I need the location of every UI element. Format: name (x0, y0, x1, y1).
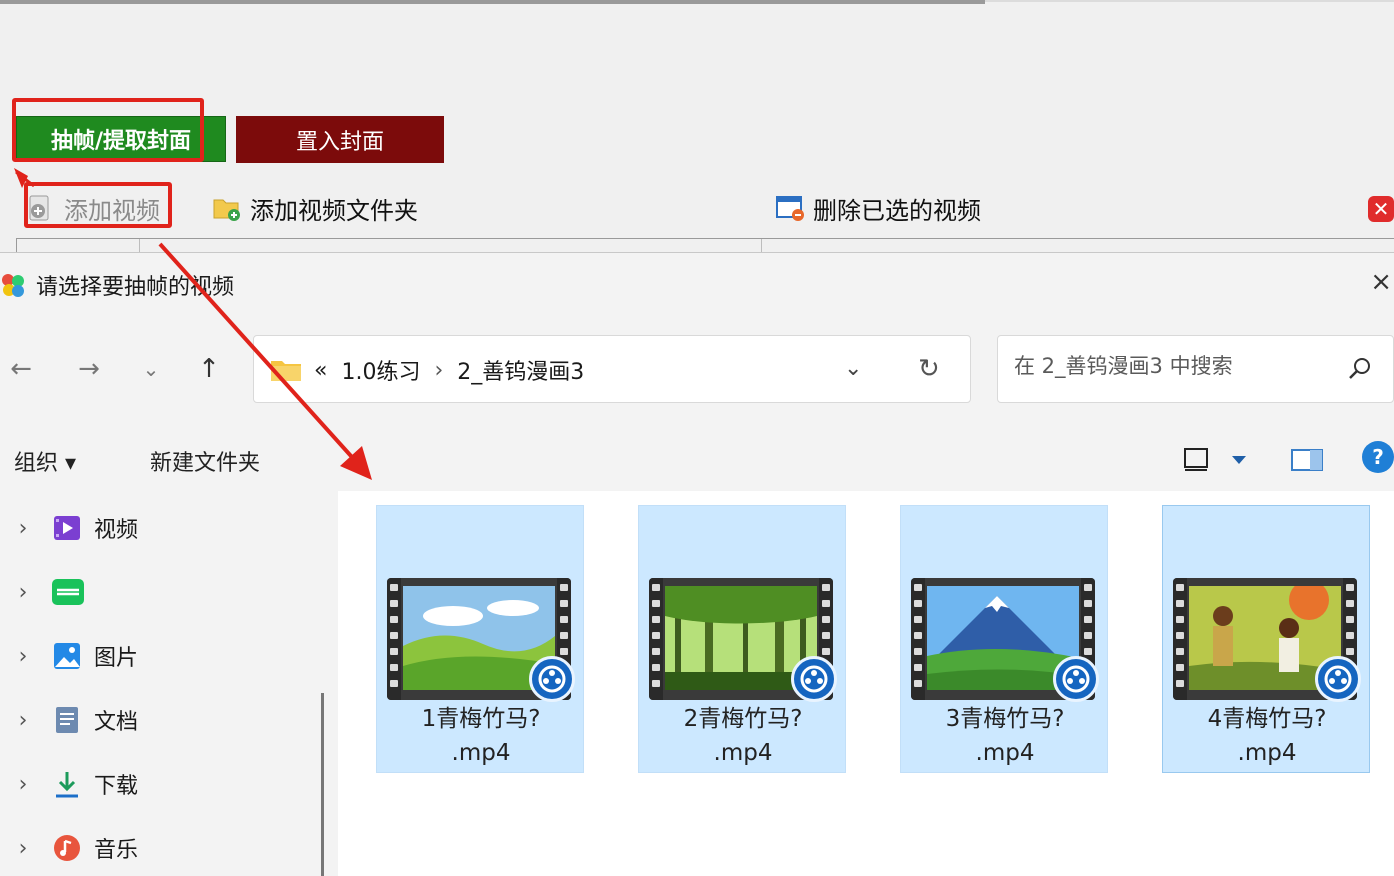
video-player-icon (1053, 656, 1099, 702)
sidebar-item-label: 文档 (94, 710, 139, 735)
command-bar: 组织 ▾ 新建文件夹 (0, 433, 1394, 489)
list-header (16, 238, 1394, 252)
breadcrumb-item[interactable]: 1.0练习 (341, 354, 420, 386)
view-dropdown-icon[interactable] (1230, 445, 1248, 477)
delete-selected-button[interactable]: 删除已选的视频 (775, 188, 995, 228)
music-icon (52, 833, 82, 863)
sidebar-item-label: 音乐 (94, 838, 139, 863)
chevron-down-icon[interactable]: ⌄ (844, 356, 862, 381)
video-player-icon (529, 656, 575, 702)
help-button[interactable]: ? (1362, 441, 1394, 473)
up-button[interactable]: ↑ (194, 349, 224, 389)
sidebar-item-documents[interactable]: › 文档 (0, 695, 300, 745)
documents-icon (52, 705, 82, 735)
search-icon[interactable] (1347, 356, 1373, 382)
downloads-icon (52, 769, 82, 799)
back-button[interactable]: ← (6, 349, 36, 389)
top-strip-right (985, 0, 1394, 2)
video-player-icon (1315, 656, 1361, 702)
sidebar-item-label: 下载 (94, 774, 139, 799)
pictures-icon (52, 641, 82, 671)
search-input[interactable] (1014, 354, 1334, 378)
file-item[interactable]: 3青梅竹马? .mp4 (900, 505, 1108, 773)
file-list: 1青梅竹马? .mp4 2青梅竹马? .mp4 3青梅竹马? .mp4 4青梅竹… (338, 491, 1394, 876)
chevron-right-icon[interactable]: › (0, 644, 46, 669)
video-library-icon (52, 513, 82, 543)
refresh-icon[interactable]: ↻ (918, 354, 940, 384)
open-file-dialog: 请选择要抽帧的视频 × ← → ⌄ ↑ « 1.0练习 › 2_善钨漫画3 ⌄ … (0, 252, 1394, 876)
sidebar-item-label: 视频 (94, 518, 139, 543)
organize-menu[interactable]: 组织 ▾ (14, 445, 76, 477)
sidebar-item-pictures[interactable]: › 图片 (0, 631, 300, 681)
set-cover-button[interactable]: 置入封面 (236, 116, 444, 163)
file-item[interactable]: 4青梅竹马? .mp4 (1162, 505, 1370, 773)
address-bar[interactable]: « 1.0练习 › 2_善钨漫画3 ⌄ ↻ (253, 335, 971, 403)
close-list-button[interactable]: ✕ (1368, 196, 1394, 222)
app-icon (0, 272, 26, 298)
extract-cover-button[interactable]: 抽帧/提取封面 (16, 116, 226, 162)
forward-button[interactable]: → (74, 349, 104, 389)
chevron-right-icon[interactable]: › (0, 708, 46, 733)
dialog-titlebar: 请选择要抽帧的视频 (0, 265, 234, 305)
add-video-button[interactable]: 添加视频 (26, 188, 171, 228)
dialog-close-button[interactable]: × (1370, 267, 1392, 297)
chevron-right-icon[interactable]: › (0, 516, 46, 541)
sidebar-item-videos[interactable]: › 视频 (0, 503, 300, 553)
delete-selected-label: 删除已选的视频 (813, 196, 981, 225)
file-item[interactable]: 1青梅竹马? .mp4 (376, 505, 584, 773)
preview-pane-icon[interactable] (1290, 445, 1324, 477)
sidebar-scrollbar[interactable] (321, 693, 324, 876)
video-player-icon (791, 656, 837, 702)
file-name: 4青梅竹马? .mp4 (1207, 706, 1327, 766)
search-box[interactable] (997, 335, 1394, 403)
sidebar-item-label: 图片 (94, 646, 139, 671)
new-folder-button[interactable]: 新建文件夹 (150, 445, 260, 477)
add-folder-label: 添加视频文件夹 (250, 196, 418, 225)
breadcrumb-overflow[interactable]: « (314, 358, 327, 383)
folder-icon (270, 358, 302, 382)
file-name: 1青梅竹马? .mp4 (421, 706, 541, 766)
sidebar-item-iqiyi[interactable]: › (0, 567, 300, 617)
add-file-icon (26, 194, 54, 222)
navigation-pane: › 视频 › › 图片 › 文档 › 下载 › 音乐 (0, 491, 310, 876)
chevron-right-icon[interactable]: › (0, 772, 46, 797)
chevron-right-icon[interactable]: › (0, 580, 46, 605)
add-video-label: 添加视频 (64, 196, 160, 225)
app-toolbar-area: 抽帧/提取封面 置入封面 添加视频 添加视频文件夹 删除已选的视频 ✕ (0, 0, 1394, 252)
breadcrumb-item[interactable]: 2_善钨漫画3 (457, 354, 584, 386)
chevron-right-icon[interactable]: › (0, 836, 46, 861)
iqiyi-icon (52, 577, 84, 607)
top-strip (0, 0, 985, 4)
recent-locations-button[interactable]: ⌄ (136, 349, 166, 389)
add-folder-button[interactable]: 添加视频文件夹 (212, 188, 432, 228)
sidebar-item-music[interactable]: › 音乐 (0, 823, 300, 873)
sidebar-item-downloads[interactable]: › 下载 (0, 759, 300, 809)
view-mode-icon[interactable] (1182, 445, 1212, 477)
dialog-title: 请选择要抽帧的视频 (36, 275, 235, 300)
file-name: 2青梅竹马? .mp4 (683, 706, 803, 766)
add-folder-icon (212, 194, 240, 222)
breadcrumb-separator[interactable]: › (434, 358, 443, 383)
file-item[interactable]: 2青梅竹马? .mp4 (638, 505, 846, 773)
file-name: 3青梅竹马? .mp4 (945, 706, 1065, 766)
delete-window-icon (775, 194, 804, 222)
